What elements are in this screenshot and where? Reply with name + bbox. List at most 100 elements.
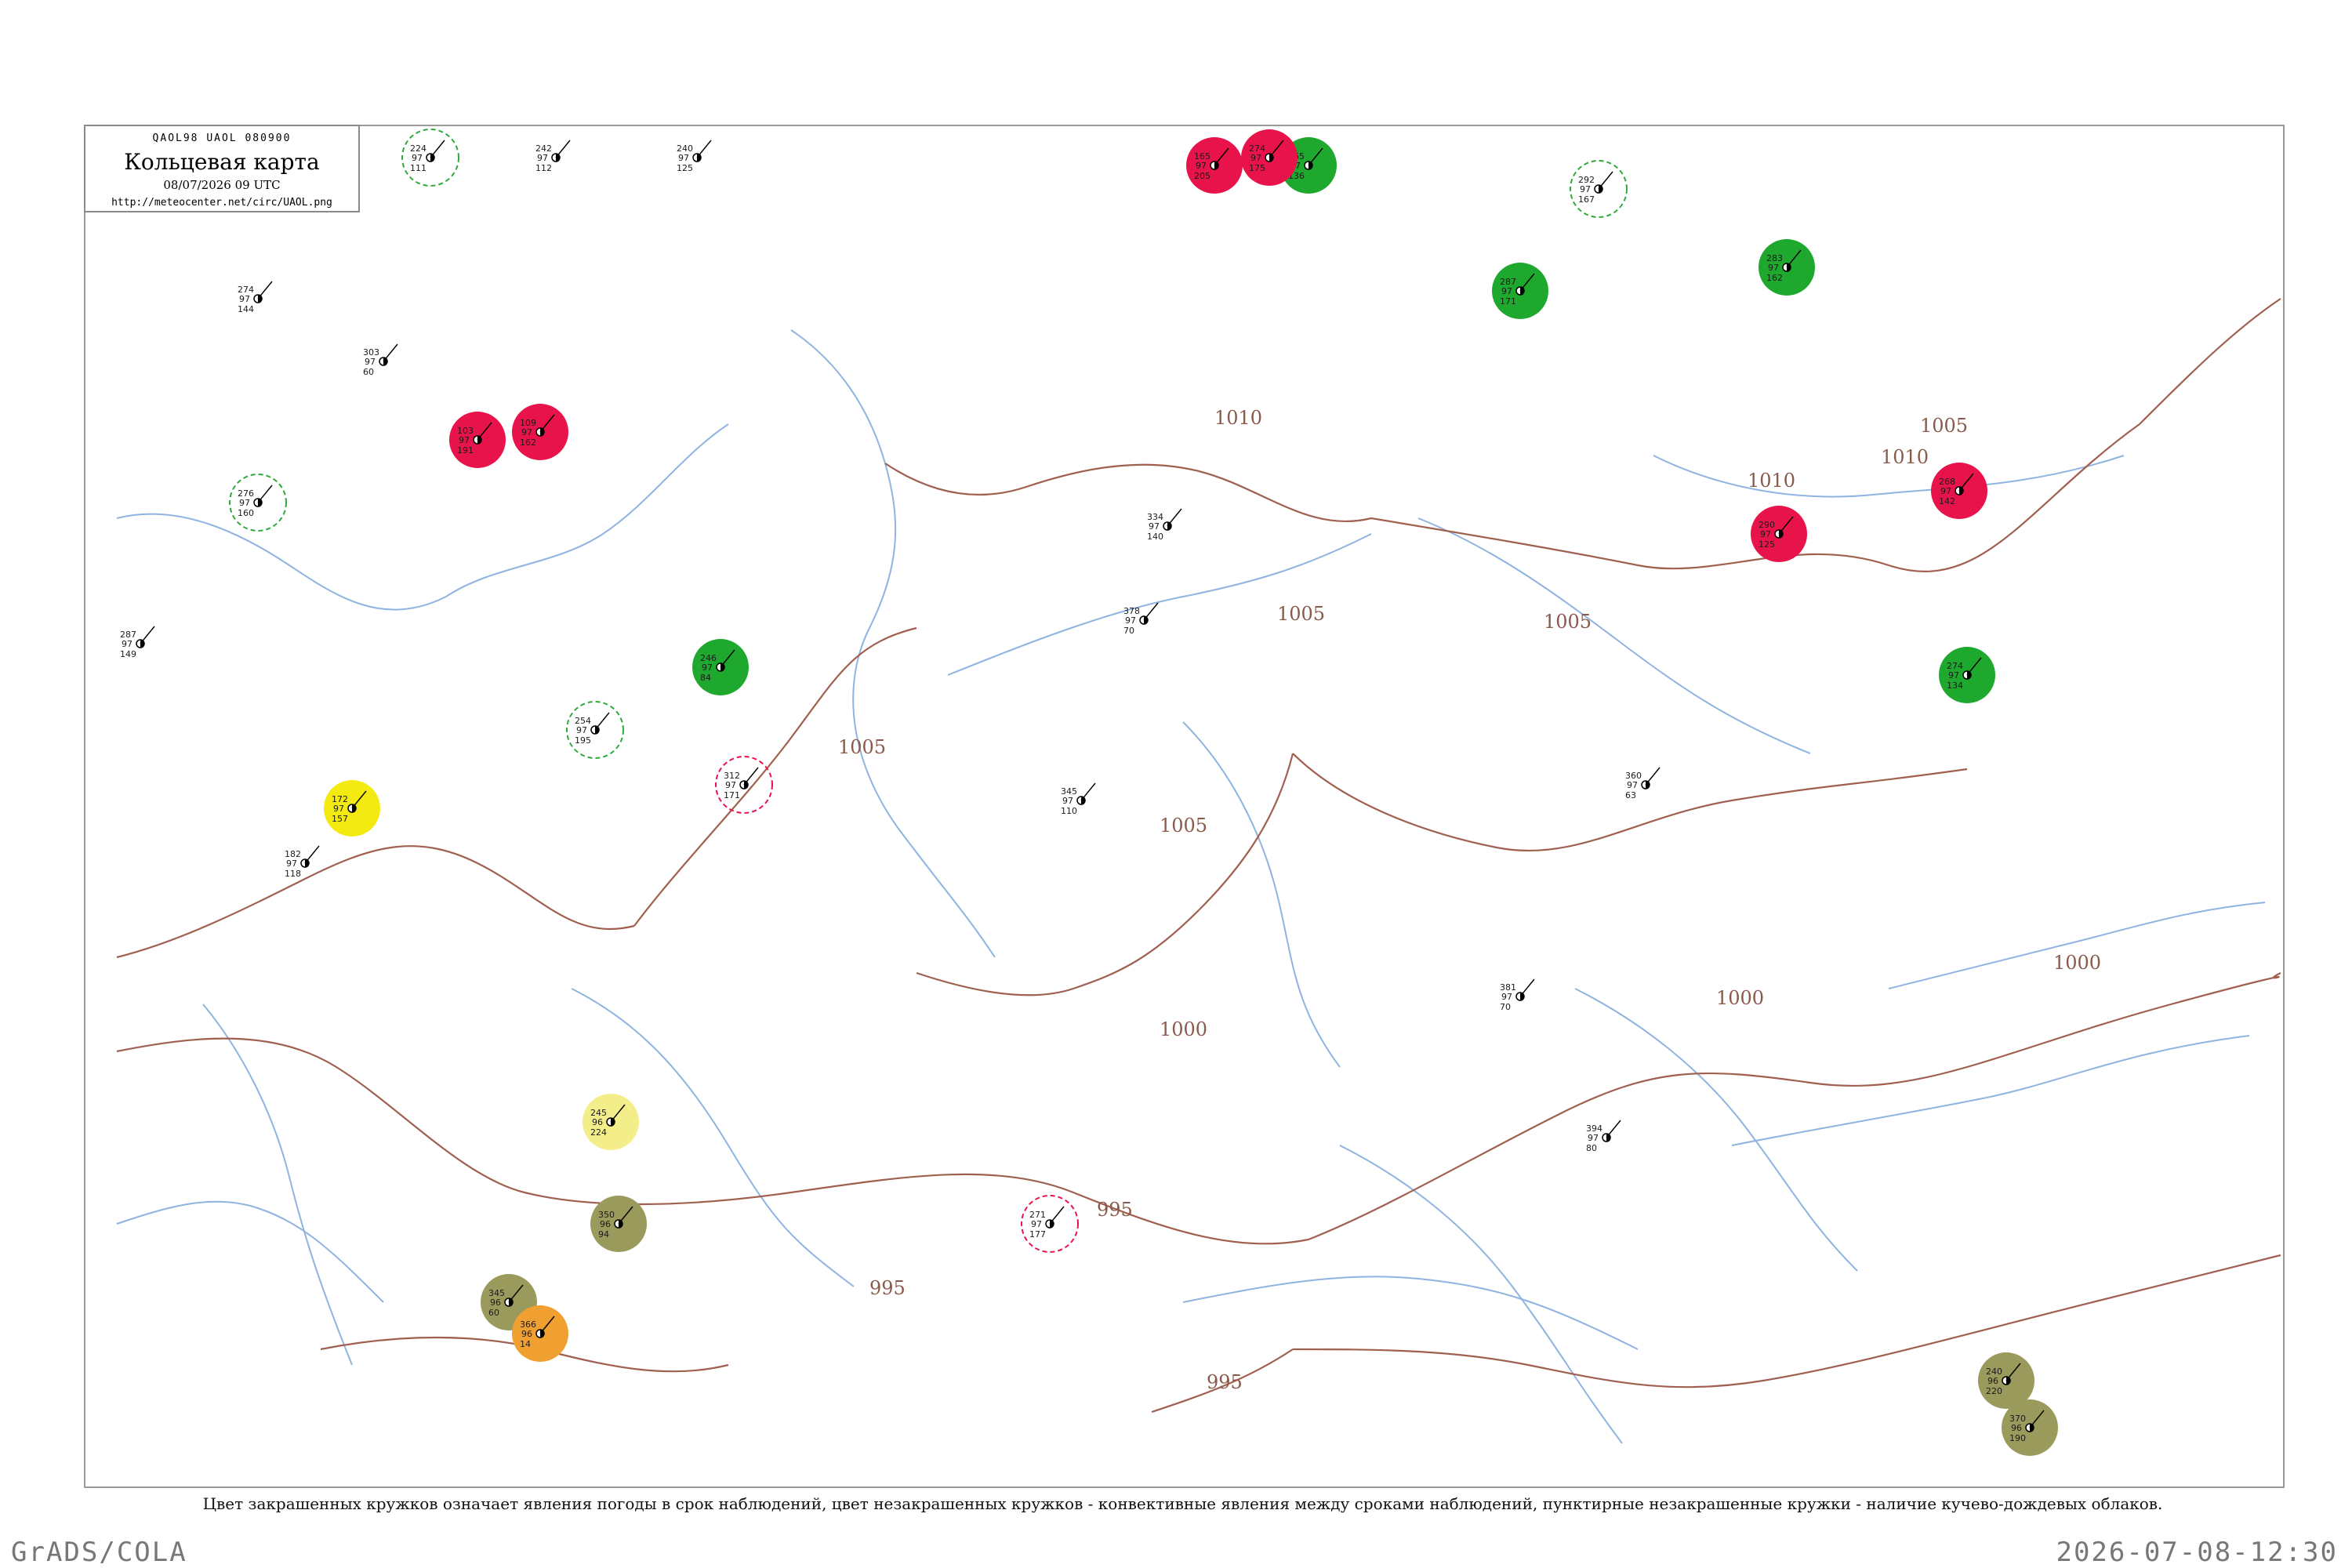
station-temp: 97 <box>239 294 250 304</box>
station-marker[interactable]: 16597205 <box>1186 137 1243 194</box>
river <box>202 1004 353 1366</box>
station-marker[interactable]: 3949780 <box>1586 1120 1621 1153</box>
station-temp: 97 <box>286 858 297 869</box>
map-caption: Цвет закрашенных кружков означает явлени… <box>202 1494 2163 1513</box>
isobar-label: 1005 <box>1160 815 1207 837</box>
station-marker[interactable]: 3509694 <box>590 1196 647 1252</box>
station-temp: 96 <box>600 1219 611 1229</box>
station-marker[interactable]: 28797171 <box>1492 263 1548 319</box>
station-marker[interactable]: 29297167 <box>1570 160 1628 218</box>
station-temp: 97 <box>521 427 532 437</box>
wind-barb-icon <box>696 140 712 158</box>
station-dew: 70 <box>1123 626 1134 636</box>
station-dew: 177 <box>1029 1229 1046 1240</box>
station-temp: 96 <box>490 1298 501 1308</box>
timestamp-label: 2026-07-08-12:30 <box>2056 1537 2338 1568</box>
legend-title-box: QAOL98 UAOL 080900 Кольцевая карта 08/07… <box>84 125 360 212</box>
station-marker[interactable]: 37096190 <box>2002 1399 2058 1456</box>
station-dew: 63 <box>1625 790 1636 800</box>
isobar-label: 995 <box>869 1277 906 1299</box>
station-temp: 96 <box>2011 1423 2022 1433</box>
station-marker[interactable]: 17297157 <box>324 780 380 837</box>
map-frame: 1010 1010 1010 1005 1005 1005 1005 1005 1000 1000… <box>84 125 2285 1488</box>
isobar <box>1292 1254 2281 1388</box>
station-marker[interactable]: 27497144 <box>238 281 273 314</box>
river <box>1731 1035 2250 1146</box>
station-temp: 97 <box>1149 521 1160 532</box>
station-marker[interactable]: 28797149 <box>120 626 155 659</box>
station-marker[interactable]: 2469784 <box>692 639 749 695</box>
station-temp: 97 <box>1580 184 1591 194</box>
station-temp: 97 <box>239 498 250 508</box>
isobar <box>116 1037 792 1206</box>
station-temp: 97 <box>1940 486 1951 496</box>
station-dew: 190 <box>2009 1433 2026 1443</box>
station-marker[interactable]: 26897142 <box>1931 463 1987 519</box>
wind-barb-icon <box>555 140 571 158</box>
map-title: Кольцевая карта <box>124 149 320 175</box>
station-dew: 140 <box>1147 532 1163 542</box>
wind-barb-icon <box>1645 767 1661 786</box>
station-dew: 144 <box>238 304 254 314</box>
station-temp: 97 <box>122 639 132 649</box>
wind-barb-icon <box>257 485 273 503</box>
station-marker[interactable]: 10397191 <box>449 412 506 468</box>
station-marker[interactable]: 27497134 <box>1939 647 1995 703</box>
station-dew: 70 <box>1500 1002 1511 1012</box>
station-dew: 162 <box>1766 273 1783 283</box>
isobar-label: 1010 <box>1748 470 1795 492</box>
station-dew: 171 <box>724 790 740 800</box>
station-dew: 224 <box>590 1127 607 1138</box>
station-dew: 80 <box>1586 1143 1597 1153</box>
station-dew: 157 <box>332 814 348 824</box>
station-dew: 149 <box>120 649 136 659</box>
wind-barb-icon <box>257 281 273 299</box>
station-marker[interactable]: 3789770 <box>1123 602 1159 636</box>
station-marker[interactable]: 10997162 <box>512 404 568 460</box>
isobar-label: 1005 <box>1920 415 1968 437</box>
map-canvas[interactable]: 1010 1010 1010 1005 1005 1005 1005 1005 1000 1000… <box>85 126 2283 1486</box>
map-id: QAOL98 UAOL 080900 <box>152 132 292 144</box>
station-marker[interactable]: 3669614 <box>512 1305 568 1362</box>
station-temp: 97 <box>1250 153 1261 163</box>
isobar-label: 995 <box>1207 1371 1243 1393</box>
station-temp: 97 <box>1627 780 1638 790</box>
station-temp: 97 <box>1948 670 1959 681</box>
station-marker[interactable]: 34597110 <box>1061 782 1096 816</box>
station-marker[interactable]: 24596224 <box>583 1094 639 1150</box>
station-marker[interactable]: 22497111 <box>401 129 459 187</box>
station-temp: 97 <box>537 153 548 163</box>
station-marker[interactable]: 27197177 <box>1021 1195 1079 1253</box>
station-marker[interactable]: 28397162 <box>1759 239 1815 296</box>
station-dew: 94 <box>598 1229 609 1240</box>
station-marker[interactable]: 24097125 <box>677 140 712 173</box>
river <box>1339 1145 1623 1444</box>
station-layer[interactable]: 2249711124297112240971252659713616597205… <box>120 129 2058 1456</box>
station-marker[interactable]: 3819770 <box>1500 978 1535 1012</box>
station-marker[interactable]: 31297171 <box>715 756 773 814</box>
map-url[interactable]: http://meteocenter.net/circ/UAOL.png <box>85 197 358 209</box>
station-marker[interactable]: 27697160 <box>229 474 287 532</box>
station-temp: 97 <box>1501 992 1512 1002</box>
river <box>116 1200 384 1303</box>
isobar-label: 1000 <box>2053 952 2101 974</box>
station-marker[interactable]: 3609763 <box>1625 767 1661 800</box>
station-dew: 162 <box>520 437 536 448</box>
station-marker[interactable]: 27497175 <box>1241 129 1298 186</box>
isobar-label: 1005 <box>1277 603 1325 625</box>
station-temp: 97 <box>459 435 470 445</box>
station-marker[interactable]: 3039760 <box>363 343 398 377</box>
river <box>852 627 996 958</box>
river <box>116 513 447 611</box>
isobar <box>916 909 1200 996</box>
station-marker[interactable]: 33497140 <box>1147 508 1182 542</box>
isobar-label: 995 <box>1097 1199 1133 1221</box>
isobar <box>790 1173 1309 1245</box>
station-marker[interactable]: 29097125 <box>1751 506 1807 562</box>
station-marker[interactable]: 25497195 <box>566 701 624 759</box>
station-dew: 191 <box>457 445 474 456</box>
wind-barb-icon <box>594 712 610 731</box>
station-temp: 97 <box>333 804 344 814</box>
station-dew: 142 <box>1939 496 1955 506</box>
station-marker[interactable]: 24297112 <box>535 140 571 173</box>
